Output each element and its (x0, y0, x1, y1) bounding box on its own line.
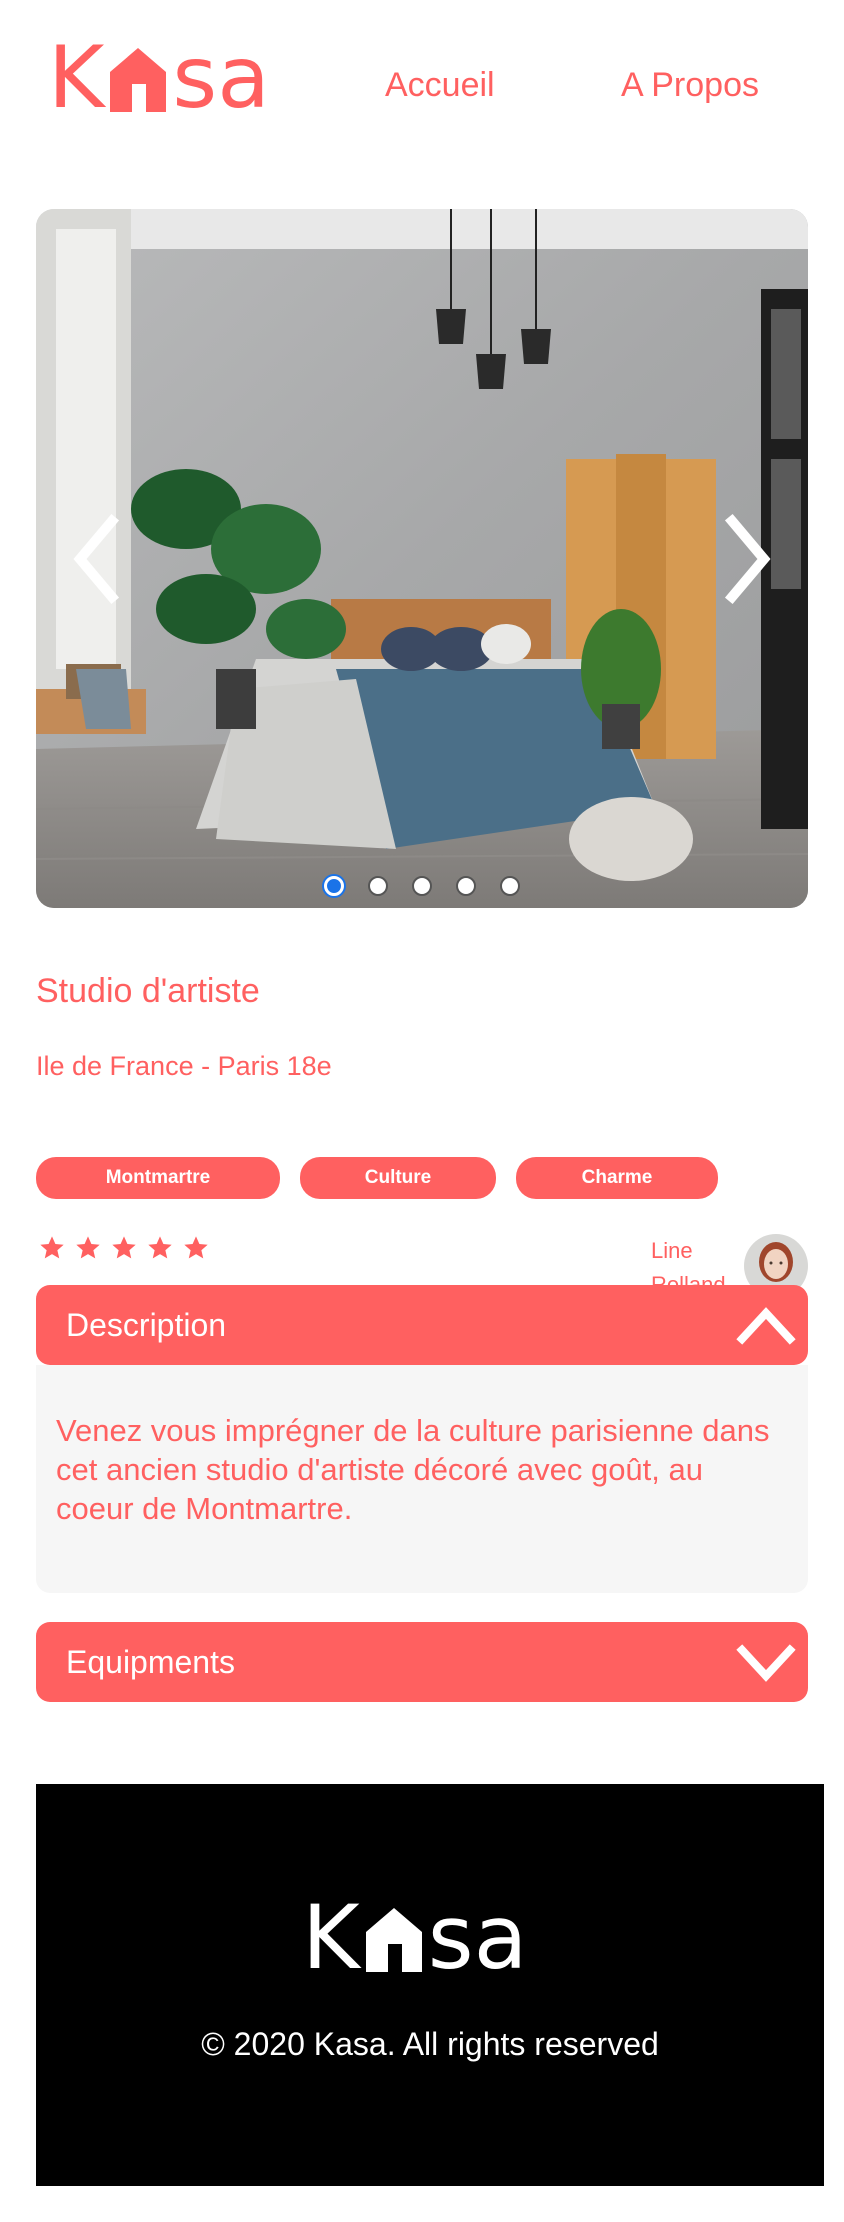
copyright-text: © 2020 Kasa. All rights reserved (201, 2026, 659, 2062)
tag-culture: Culture (300, 1157, 496, 1199)
footer-logo-letter-k: K (302, 1886, 360, 1989)
carousel-dot-3[interactable] (412, 876, 432, 896)
carousel-dot-5[interactable] (500, 876, 520, 896)
description-panel: Venez vous imprégner de la culture paris… (36, 1365, 808, 1593)
carousel-dot-2[interactable] (368, 876, 388, 896)
carousel-dot-1[interactable] (324, 876, 344, 896)
site-header: K s a Accueil A Propos (0, 0, 844, 180)
carousel-dot-4[interactable] (456, 876, 476, 896)
photo-carousel (36, 209, 808, 908)
footer-logo: K s a (302, 1886, 562, 1989)
footer-logo-letter-a: a (473, 1886, 528, 1989)
nav-apropos-link[interactable]: A Propos (621, 66, 759, 105)
site-footer: K s a © 2020 Kasa. All rights reserved (36, 1784, 824, 2186)
listing-title: Studio d'artiste (36, 972, 260, 1010)
carousel-dots (36, 876, 808, 896)
chevron-left-icon[interactable] (66, 509, 126, 609)
house-icon (110, 48, 167, 112)
tag-montmartre: Montmartre (36, 1157, 280, 1199)
logo-letter-k: K (48, 28, 105, 128)
logo-letter-s: s (172, 28, 218, 128)
kasa-logo[interactable]: K s a (48, 28, 313, 128)
description-collapse-toggle[interactable]: Description (36, 1285, 808, 1365)
star-icon (40, 1236, 64, 1259)
listing-location: Ile de France - Paris 18e (36, 1051, 332, 1081)
description-text: Venez vous imprégner de la culture paris… (56, 1413, 770, 1526)
equipments-title: Equipments (66, 1643, 235, 1680)
equipments-collapse-toggle[interactable]: Equipments (36, 1622, 808, 1702)
logo-letter-a: a (217, 28, 270, 128)
chevron-right-icon[interactable] (718, 509, 778, 609)
rating-stars (38, 1234, 210, 1262)
star-icon (112, 1236, 136, 1259)
chevron-down-icon[interactable] (736, 1636, 796, 1688)
star-icon (76, 1236, 100, 1259)
description-title: Description (66, 1306, 227, 1343)
house-icon (365, 1908, 422, 1972)
bedroom-photo (36, 209, 808, 908)
host-first-name: Line (651, 1238, 693, 1263)
star-icon (148, 1236, 172, 1259)
star-icon (184, 1236, 208, 1259)
chevron-up-icon[interactable] (736, 1299, 796, 1351)
footer-logo-letter-s: s (427, 1886, 474, 1989)
nav-accueil-link[interactable]: Accueil (385, 66, 495, 105)
tag-charme: Charme (516, 1157, 718, 1199)
